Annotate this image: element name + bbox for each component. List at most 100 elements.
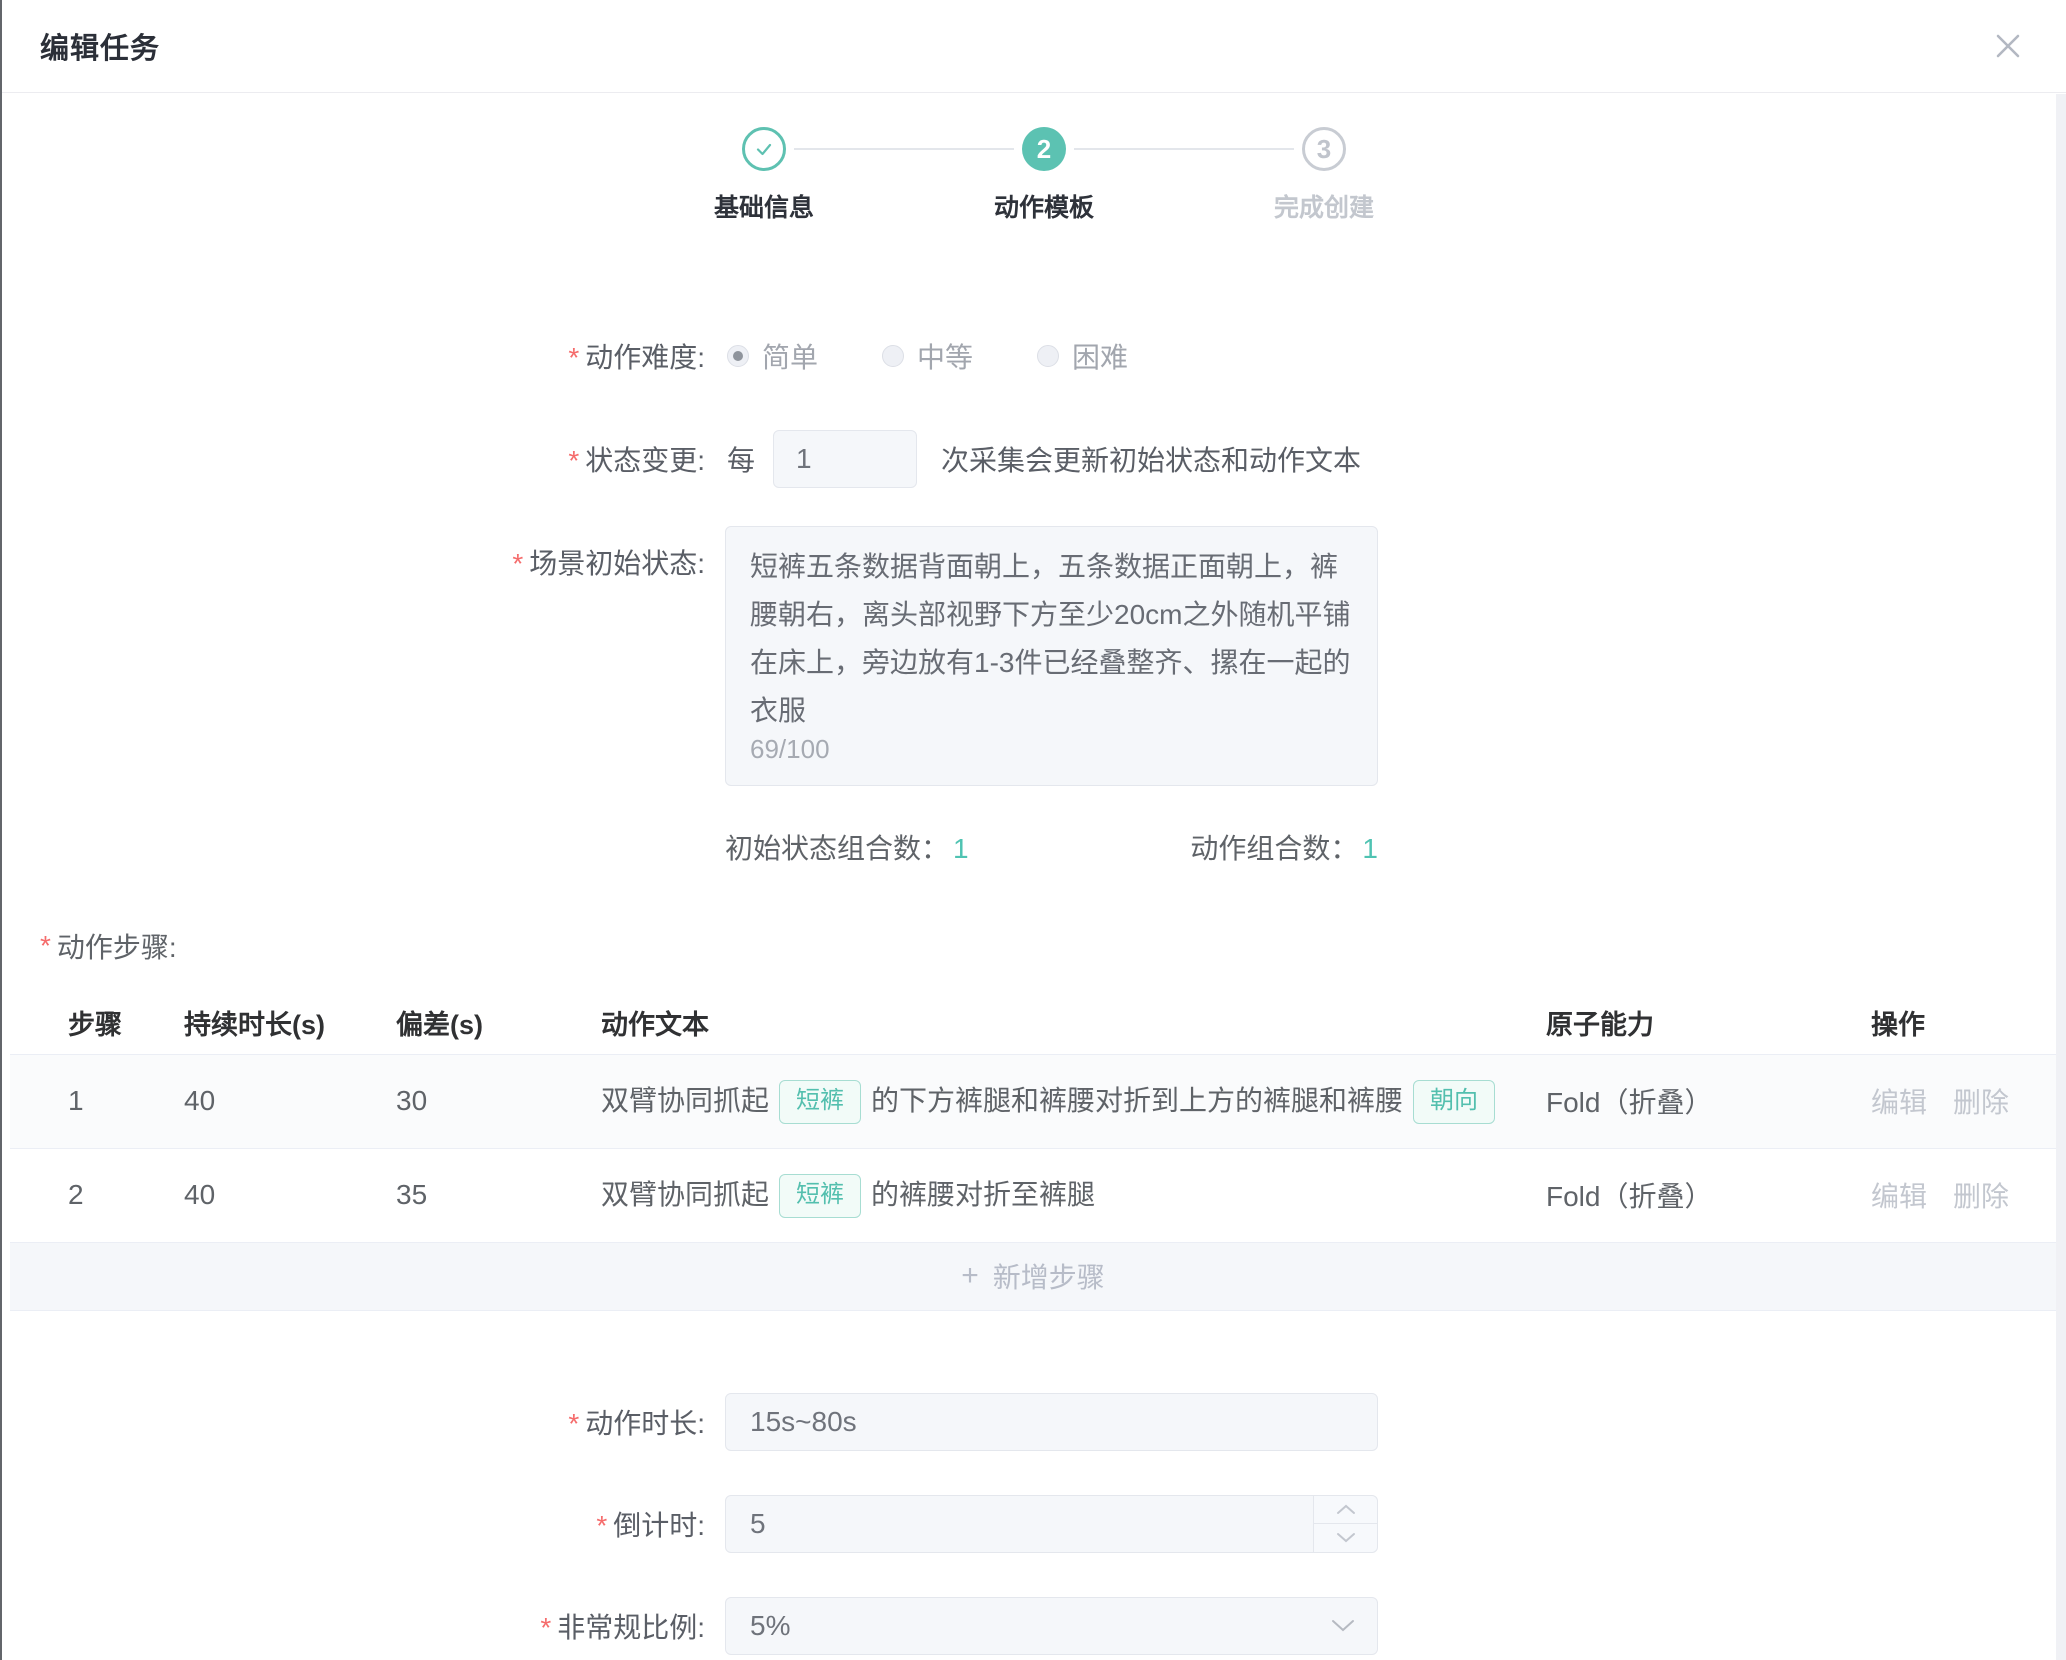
chevron-down-icon (1331, 1619, 1355, 1633)
radio-hard[interactable]: 困难 (1037, 336, 1128, 376)
countdown-row: *倒计时: 5 (0, 1495, 2066, 1553)
ability-cell: Fold（折叠） (1545, 1054, 1870, 1148)
initial-state-combo-count: 初始状态组合数：1 (725, 827, 969, 867)
char-counter: 69/100 (750, 725, 830, 773)
dialog-header: 编辑任务 (0, 0, 2066, 93)
stepper-connector (794, 148, 1014, 150)
action-text-segment: 的下方裤腿和裤腰对折到上方的裤腿和裤腰 (871, 1085, 1403, 1116)
operations-cell: 编辑删除 (1870, 1054, 2056, 1148)
step-3-indicator: 3 (1302, 127, 1346, 171)
difficulty-radio-group: 简单 中等 困难 (727, 336, 1192, 376)
delete-link[interactable]: 删除 (1953, 1087, 2009, 1118)
step-1-indicator (742, 127, 786, 171)
action-combo-value: 1 (1362, 833, 1378, 864)
duration-label: *动作时长: (0, 1402, 705, 1442)
initial-state-label: *场景初始状态: (0, 526, 705, 582)
number-stepper (1313, 1496, 1377, 1552)
orientation-tag: 朝向 (1413, 1080, 1495, 1124)
state-change-label: *状态变更: (0, 439, 705, 479)
dialog-title: 编辑任务 (40, 25, 160, 67)
deviation-cell: 35 (395, 1148, 600, 1242)
edit-link[interactable]: 编辑 (1871, 1181, 1927, 1212)
step-3-label: 完成创建 (1274, 193, 1374, 223)
unusual-ratio-select[interactable]: 5% (725, 1597, 1378, 1655)
action-text-segment: 双臂协同抓起 (601, 1179, 769, 1210)
col-duration: 持续时长(s) (183, 992, 395, 1054)
chevron-down-icon (1336, 1532, 1356, 1544)
radio-circle-icon (727, 345, 749, 367)
required-marker: * (568, 445, 579, 476)
close-button[interactable] (1990, 28, 2026, 64)
countdown-label: *倒计时: (0, 1504, 705, 1544)
state-change-input[interactable]: 1 (773, 430, 917, 488)
countdown-input[interactable]: 5 (725, 1495, 1378, 1553)
scrollbar-track[interactable] (2056, 94, 2066, 1660)
close-icon (1993, 31, 2023, 61)
table-row: 2 40 35 双臂协同抓起短裤的裤腰对折至裤腿 Fold（折叠） 编辑删除 (10, 1148, 2056, 1242)
chevron-up-icon (1336, 1503, 1356, 1515)
add-step-button[interactable]: + 新增步骤 (10, 1243, 2056, 1311)
radio-simple[interactable]: 简单 (727, 336, 818, 376)
action-text-cell: 双臂协同抓起短裤的裤腰对折至裤腿 (600, 1148, 1545, 1242)
decrease-button[interactable] (1314, 1524, 1377, 1552)
window-left-edge (0, 0, 2, 1660)
col-action-text: 动作文本 (600, 992, 1545, 1054)
initial-state-textarea[interactable]: 短裤五条数据背面朝上，五条数据正面朝上，裤腰朝右，离头部视野下方至少20cm之外… (725, 526, 1378, 786)
difficulty-row: *动作难度: 简单 中等 困难 (0, 336, 2066, 376)
required-marker: * (540, 1612, 551, 1643)
step-action-template: 2 动作模板 (904, 127, 1184, 223)
deviation-cell: 30 (395, 1054, 600, 1148)
radio-circle-icon (1037, 345, 1059, 367)
initial-state-text: 短裤五条数据背面朝上，五条数据正面朝上，裤腰朝右，离头部视野下方至少20cm之外… (750, 551, 1350, 726)
step-cell: 1 (10, 1054, 183, 1148)
duration-input[interactable]: 15s~80s (725, 1393, 1378, 1451)
required-marker: * (40, 930, 51, 962)
required-marker: * (568, 342, 579, 373)
ability-cell: Fold（折叠） (1545, 1148, 1870, 1242)
unusual-ratio-row: *非常规比例: 5% (0, 1597, 2066, 1655)
col-step: 步骤 (10, 992, 183, 1054)
unusual-ratio-label: *非常规比例: (0, 1606, 705, 1646)
step-1-label: 基础信息 (714, 193, 814, 223)
combo-counts-row: 初始状态组合数：1 动作组合数：1 (725, 830, 1378, 864)
edit-link[interactable]: 编辑 (1871, 1087, 1927, 1118)
state-change-row: *状态变更: 每 1 次采集会更新初始状态和动作文本 (0, 430, 2066, 488)
step-finish-create: 3 完成创建 (1184, 127, 1464, 223)
stepper-connector (1074, 148, 1294, 150)
initial-combo-value: 1 (953, 833, 969, 864)
difficulty-label: *动作难度: (0, 336, 705, 376)
radio-simple-label: 简单 (762, 336, 818, 376)
radio-hard-label: 困难 (1072, 336, 1128, 376)
duration-value: 15s~80s (750, 1406, 857, 1438)
step-2-indicator: 2 (1022, 127, 1066, 171)
col-deviation: 偏差(s) (395, 992, 600, 1054)
action-text-segment: 双臂协同抓起 (601, 1085, 769, 1116)
operations-cell: 编辑删除 (1870, 1148, 2056, 1242)
required-marker: * (568, 1408, 579, 1439)
radio-circle-icon (882, 345, 904, 367)
required-marker: * (596, 1510, 607, 1541)
duration-cell: 40 (183, 1148, 395, 1242)
delete-link[interactable]: 删除 (1953, 1181, 2009, 1212)
col-atomic-ability: 原子能力 (1545, 992, 1870, 1054)
steps-table: 步骤 持续时长(s) 偏差(s) 动作文本 原子能力 操作 1 40 30 双臂… (10, 992, 2056, 1243)
countdown-value: 5 (750, 1508, 766, 1540)
radio-medium[interactable]: 中等 (882, 336, 973, 376)
state-change-suffix: 次采集会更新初始状态和动作文本 (941, 439, 1361, 479)
duration-row: *动作时长: 15s~80s (0, 1393, 2066, 1451)
table-row: 1 40 30 双臂协同抓起短裤的下方裤腿和裤腰对折到上方的裤腿和裤腰朝向 Fo… (10, 1054, 2056, 1148)
unusual-ratio-value: 5% (750, 1610, 790, 1642)
check-icon (752, 137, 776, 161)
add-step-label: 新增步骤 (993, 1256, 1105, 1296)
step-basic-info: 基础信息 (624, 127, 904, 223)
step-2-label: 动作模板 (994, 193, 1094, 223)
step-cell: 2 (10, 1148, 183, 1242)
action-steps-label: *动作步骤: (40, 926, 2066, 966)
object-tag: 短裤 (779, 1174, 861, 1218)
increase-button[interactable] (1314, 1496, 1377, 1525)
duration-cell: 40 (183, 1054, 395, 1148)
action-text-segment: 的裤腰对折至裤腿 (871, 1179, 1095, 1210)
initial-state-row: *场景初始状态: 短裤五条数据背面朝上，五条数据正面朝上，裤腰朝右，离头部视野下… (0, 526, 2066, 786)
object-tag: 短裤 (779, 1080, 861, 1124)
action-combo-count: 动作组合数：1 (1190, 827, 1378, 867)
